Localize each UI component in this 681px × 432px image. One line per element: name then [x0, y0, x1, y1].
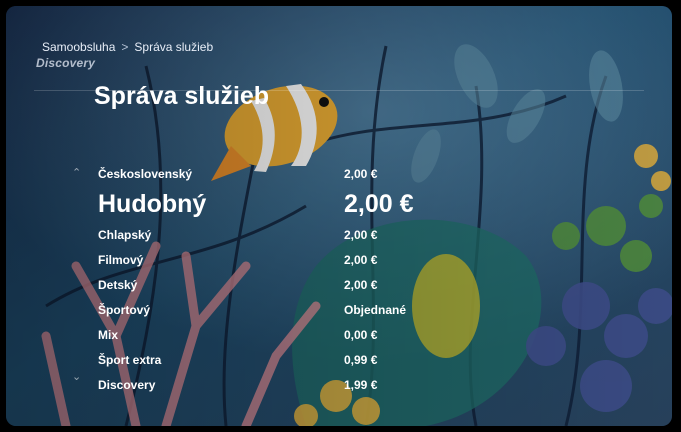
- chevron-down-icon[interactable]: ⌄: [72, 370, 81, 383]
- breadcrumb-root[interactable]: Samoobsluha: [42, 40, 115, 54]
- service-status: Objednané: [344, 302, 407, 317]
- service-price: 0,99 €: [344, 352, 378, 367]
- breadcrumb: Samoobsluha > Správa služieb: [42, 40, 213, 54]
- service-price: 2,00 €: [344, 277, 378, 292]
- service-name: Mix: [98, 327, 119, 342]
- service-row-focused[interactable]: Hudobný 2,00 €: [98, 186, 438, 222]
- service-price: 0,00 €: [344, 327, 378, 342]
- service-name: Filmový: [98, 252, 144, 267]
- chevron-up-icon[interactable]: ⌃: [72, 166, 81, 179]
- breadcrumb-separator: >: [121, 40, 129, 54]
- service-row[interactable]: Mix 0,00 €: [98, 322, 438, 347]
- service-name: Hudobný: [98, 189, 207, 218]
- service-price: 2,00 €: [344, 166, 378, 181]
- service-name: Športový: [98, 302, 151, 317]
- service-name: Šport extra: [98, 352, 162, 367]
- breadcrumb-current: Správa služieb: [134, 40, 214, 54]
- service-price: 1,99 €: [344, 377, 378, 392]
- service-list: Československý 2,00 € Hudobný 2,00 € Chl…: [98, 161, 438, 397]
- service-price: 2,00 €: [344, 252, 378, 267]
- tv-screen: Samoobsluha > Správa služieb Discovery S…: [6, 6, 672, 426]
- service-price: 2,00 €: [344, 189, 414, 218]
- service-row[interactable]: Filmový 2,00 €: [98, 247, 438, 272]
- service-row[interactable]: Chlapský 2,00 €: [98, 222, 438, 247]
- service-name: Chlapský: [98, 227, 152, 242]
- service-price: 2,00 €: [344, 227, 378, 242]
- service-name: Discovery: [98, 377, 156, 392]
- service-row[interactable]: Šport extra 0,99 €: [98, 347, 438, 372]
- service-row[interactable]: Športový Objednané: [98, 297, 438, 322]
- channel-logo: Discovery: [36, 56, 96, 70]
- service-name: Československý: [98, 166, 193, 181]
- service-name: Detský: [98, 277, 138, 292]
- service-row[interactable]: Československý 2,00 €: [98, 161, 438, 186]
- page-title: Správa služieb: [94, 82, 270, 110]
- service-row[interactable]: Discovery 1,99 €: [98, 372, 438, 397]
- service-row[interactable]: Detský 2,00 €: [98, 272, 438, 297]
